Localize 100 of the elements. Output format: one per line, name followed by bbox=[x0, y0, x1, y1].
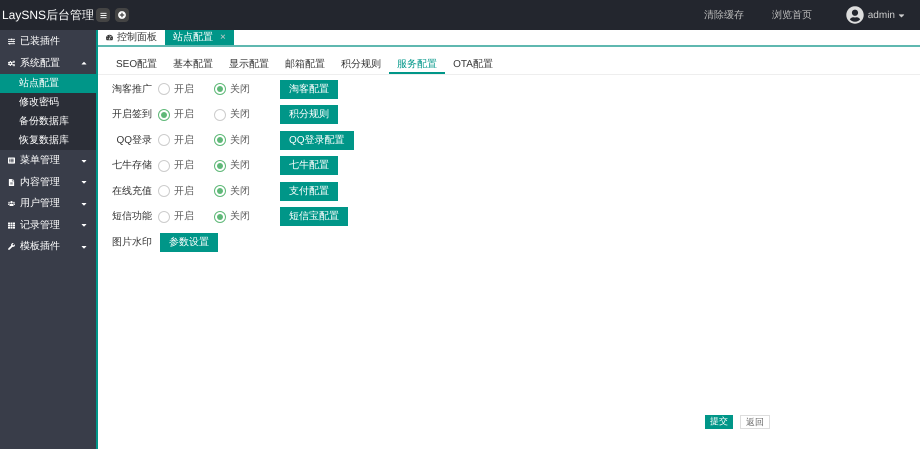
back-button[interactable]: 返回 bbox=[740, 415, 770, 429]
radio-option[interactable]: 开启 bbox=[158, 184, 208, 199]
sidebar-label: 用户管理 bbox=[20, 196, 61, 212]
config-button[interactable]: 支付配置 bbox=[280, 182, 338, 201]
radio-icon[interactable] bbox=[158, 108, 170, 121]
radio-icon[interactable] bbox=[158, 210, 170, 223]
radio-icon[interactable] bbox=[158, 134, 170, 146]
config-button[interactable]: 积分规则 bbox=[280, 105, 338, 124]
radio-icon[interactable] bbox=[214, 185, 226, 198]
gears-icon bbox=[8, 60, 15, 67]
settings-button[interactable]: 参数设置 bbox=[160, 232, 218, 252]
radio-option[interactable]: 开启 bbox=[158, 107, 208, 122]
config-button[interactable]: 七牛配置 bbox=[280, 156, 338, 176]
radio-option[interactable]: 开启 bbox=[158, 158, 208, 174]
field-label: 短信功能 bbox=[111, 210, 152, 224]
radio-option[interactable]: 关闭 bbox=[214, 184, 264, 199]
users-icon bbox=[8, 200, 15, 208]
option-label: 关闭 bbox=[230, 184, 250, 199]
radio-icon[interactable] bbox=[158, 83, 170, 96]
radio-icon[interactable] bbox=[214, 108, 226, 121]
caret-icon bbox=[80, 221, 88, 230]
config-button[interactable]: QQ登录配置 bbox=[280, 130, 354, 150]
option-label: 关闭 bbox=[230, 82, 250, 97]
radio-option[interactable]: 开启 bbox=[158, 209, 208, 224]
sidebar-subitem[interactable]: 恢复数据库 bbox=[0, 131, 96, 150]
field-label: 开启签到 bbox=[111, 108, 152, 122]
option-label: 开启 bbox=[174, 108, 194, 122]
dashboard-icon bbox=[106, 34, 113, 41]
sidebar-item[interactable]: 菜单管理 bbox=[0, 150, 96, 172]
option-label: 关闭 bbox=[230, 134, 250, 148]
tab-label: 站点配置 bbox=[173, 30, 213, 45]
sub-tab[interactable]: OTA配置 bbox=[445, 57, 501, 74]
page-tab[interactable]: 控制面板 bbox=[98, 30, 165, 45]
avatar-icon[interactable] bbox=[846, 6, 864, 24]
option-label: 开启 bbox=[174, 158, 194, 174]
tab-label: 控制面板 bbox=[117, 30, 157, 45]
sidebar-item[interactable]: 记录管理 bbox=[0, 214, 96, 236]
grid-icon bbox=[8, 222, 15, 229]
add-button[interactable] bbox=[115, 8, 129, 22]
submit-button[interactable]: 提交 bbox=[705, 415, 733, 429]
caret-icon bbox=[80, 59, 88, 68]
radio-icon[interactable] bbox=[214, 83, 226, 96]
radio-icon[interactable] bbox=[158, 185, 170, 198]
radio-option[interactable]: 关闭 bbox=[214, 158, 264, 174]
sidebar-item[interactable]: 模板插件 bbox=[0, 236, 96, 258]
document-icon bbox=[8, 178, 15, 186]
radio-option[interactable]: 关闭 bbox=[214, 209, 264, 224]
sidebar-item[interactable]: 已装插件 bbox=[0, 31, 96, 52]
field-label: QQ登录 bbox=[115, 134, 152, 148]
radio-icon[interactable] bbox=[214, 210, 226, 223]
radio-icon[interactable] bbox=[214, 134, 226, 146]
sidebar-item[interactable]: 用户管理 bbox=[0, 193, 96, 214]
sub-tab[interactable]: 服务配置 bbox=[389, 57, 446, 74]
option-label: 开启 bbox=[174, 210, 194, 224]
field-label: 图片水印 bbox=[111, 236, 152, 250]
app-title: LaySNS后台管理 bbox=[0, 7, 96, 24]
sidebar-subitem[interactable]: 修改密码 bbox=[0, 93, 96, 112]
radio-option[interactable]: 开启 bbox=[158, 82, 208, 97]
sub-tab[interactable]: 积分规则 bbox=[333, 57, 390, 74]
field-label: 在线充值 bbox=[111, 184, 152, 199]
sub-tab[interactable]: SEO配置 bbox=[108, 57, 166, 74]
config-button[interactable]: 淘客配置 bbox=[280, 80, 338, 99]
wrench-icon bbox=[8, 243, 15, 250]
sidebar-label: 菜单管理 bbox=[20, 154, 61, 168]
option-label: 开启 bbox=[174, 134, 194, 148]
sidebar-item[interactable]: 系统配置 bbox=[0, 52, 96, 74]
sidebar-label: 模板插件 bbox=[20, 240, 61, 254]
sub-tab[interactable]: 显示配置 bbox=[221, 57, 278, 74]
sidebar-label: 系统配置 bbox=[20, 56, 61, 71]
field-label: 七牛存储 bbox=[111, 158, 152, 174]
sidebar-subitem[interactable]: 备份数据库 bbox=[0, 112, 96, 131]
option-label: 关闭 bbox=[230, 108, 250, 122]
sub-tab[interactable]: 邮箱配置 bbox=[277, 57, 334, 74]
header-link[interactable]: 清除缓存 bbox=[704, 8, 744, 22]
option-label: 关闭 bbox=[230, 210, 250, 224]
sidebar-subitem[interactable]: 站点配置 bbox=[0, 74, 96, 93]
sliders-icon bbox=[8, 38, 15, 46]
caret-icon bbox=[80, 178, 88, 186]
menu-icon bbox=[100, 12, 106, 18]
radio-option[interactable]: 开启 bbox=[158, 132, 208, 148]
menu-button[interactable] bbox=[96, 8, 110, 22]
header-link[interactable]: 浏览首页 bbox=[772, 8, 812, 22]
list-icon bbox=[8, 157, 15, 164]
radio-option[interactable]: 关闭 bbox=[214, 82, 264, 97]
option-label: 开启 bbox=[174, 82, 194, 97]
radio-icon[interactable] bbox=[158, 160, 170, 172]
radio-option[interactable]: 关闭 bbox=[214, 107, 264, 122]
page-tab[interactable]: 站点配置 × bbox=[165, 30, 234, 45]
sidebar-label: 已装插件 bbox=[20, 34, 61, 50]
sidebar-label: 记录管理 bbox=[20, 218, 61, 233]
radio-option[interactable]: 关闭 bbox=[214, 132, 264, 148]
config-button[interactable]: 短信宝配置 bbox=[280, 207, 348, 226]
field-label: 淘客推广 bbox=[111, 82, 152, 97]
option-label: 关闭 bbox=[230, 158, 250, 174]
sidebar-item[interactable]: 内容管理 bbox=[0, 172, 96, 193]
user-name[interactable]: admin bbox=[868, 8, 895, 22]
option-label: 开启 bbox=[174, 184, 194, 199]
sidebar-label: 内容管理 bbox=[20, 176, 61, 190]
radio-icon[interactable] bbox=[214, 160, 226, 172]
sub-tab[interactable]: 基本配置 bbox=[165, 57, 222, 74]
